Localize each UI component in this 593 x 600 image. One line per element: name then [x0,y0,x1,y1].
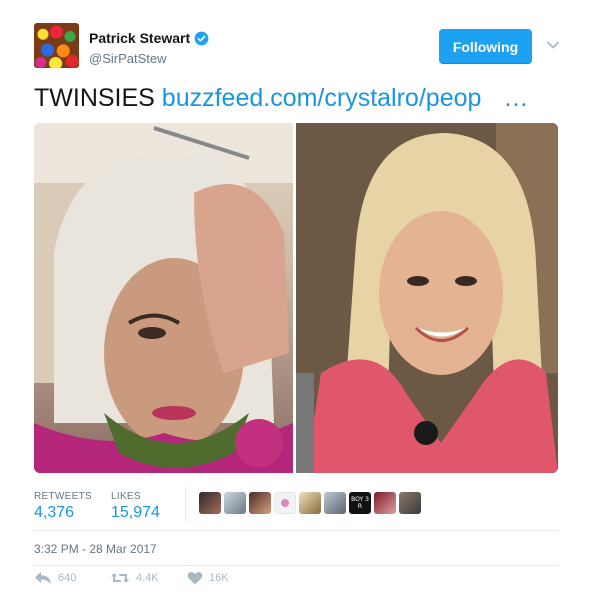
liker-avatar[interactable] [199,492,221,514]
retweet-button[interactable]: 4.4K [110,571,159,585]
tweet-link-ellipsis: … [503,84,529,112]
user-handle[interactable]: @SirPatStew [89,51,167,66]
liker-avatar[interactable] [399,492,421,514]
tweet-link[interactable]: buzzfeed.com/crystalro/peop [162,84,482,112]
heart-icon [187,572,203,585]
like-count: 16K [209,572,229,584]
liker-avatar[interactable] [299,492,321,514]
actions-top-divider [34,565,558,566]
display-name-text[interactable]: Patrick Stewart [89,30,190,46]
photo-right-illustration [296,123,558,473]
tweet-text: TWINSIES buzzfeed.com/crystalro/peop … [34,83,528,113]
liker-tile-text: BOY 3 R [351,496,369,510]
tweet-body: TWINSIES [34,84,155,112]
stats-bottom-divider [34,530,558,531]
media-photo-left[interactable] [34,123,293,473]
reply-icon [35,572,51,584]
display-name[interactable]: Patrick Stewart [89,30,209,46]
liker-avatar[interactable] [224,492,246,514]
following-button[interactable]: Following [439,29,532,64]
reply-button[interactable]: 640 [34,571,76,585]
like-button[interactable]: 16K [187,571,229,585]
reply-count: 640 [58,572,77,584]
avatar[interactable] [34,23,79,68]
tweet-media[interactable] [34,123,558,473]
liker-glyph-icon [281,499,289,507]
liker-avatar[interactable] [274,492,296,514]
liker-avatar[interactable] [249,492,271,514]
tweet-timestamp[interactable]: 3:32 PM - 28 Mar 2017 [34,542,157,556]
retweets-count[interactable]: 4,376 [34,504,74,522]
retweets-label: RETWEETS [34,491,92,502]
retweet-count: 4.4K [136,572,159,584]
liker-avatars: BOY 3 R [199,492,421,514]
likes-label: LIKES [111,491,141,502]
likes-count[interactable]: 15,974 [111,504,160,522]
retweet-icon [111,573,129,583]
photo-left-illustration [34,123,293,473]
media-photo-right[interactable] [296,123,558,473]
liker-avatar[interactable]: BOY 3 R [349,492,371,514]
verified-badge-icon [194,31,209,45]
stats-divider [185,487,186,521]
chevron-down-icon[interactable] [546,38,560,52]
liker-avatar[interactable] [374,492,396,514]
liker-avatar[interactable] [324,492,346,514]
